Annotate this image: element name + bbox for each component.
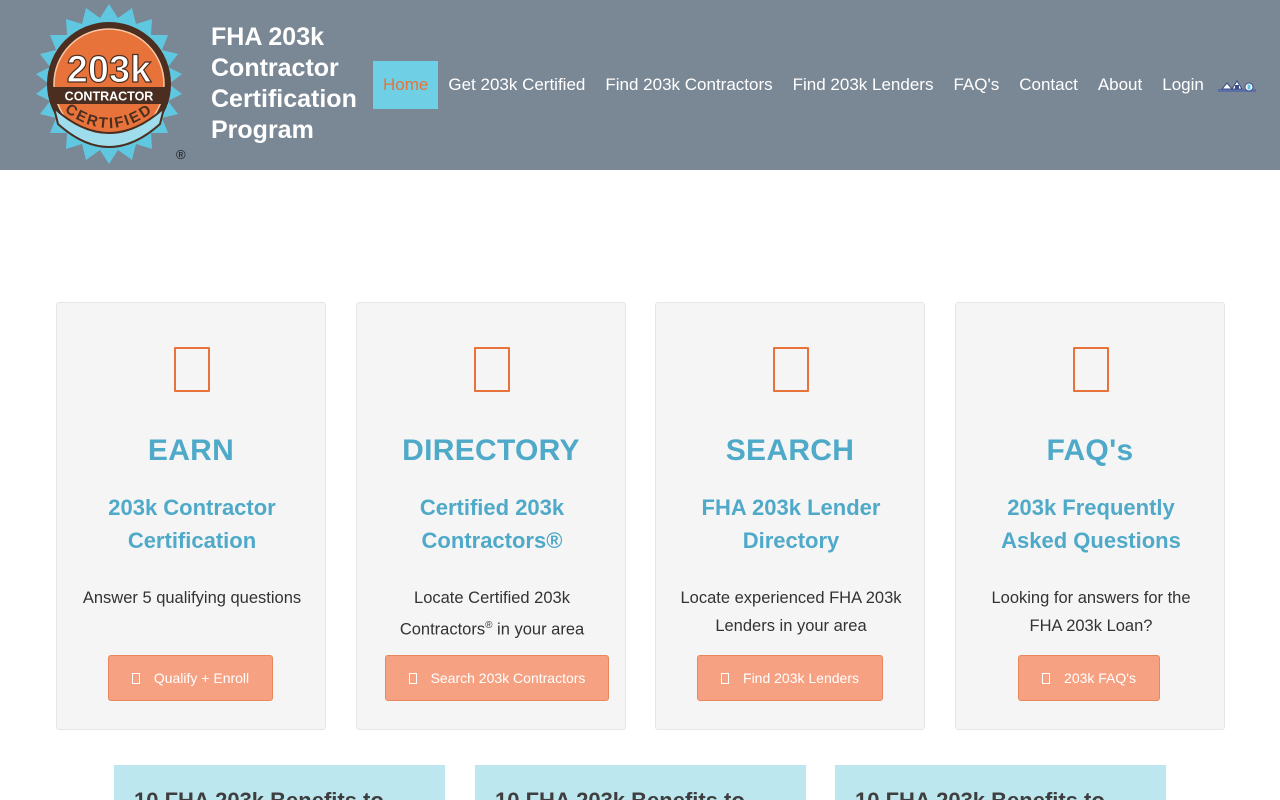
card-faqs: FAQ's 203k Frequently Asked Questions Lo… [955,302,1225,730]
nav-get-certified[interactable]: Get 203k Certified [438,61,595,109]
logo-badge-icon[interactable]: 203k CONTRACTOR CERTIFIED ® [26,2,192,166]
card-subheading[interactable]: 203k Contractor Certification [82,491,302,557]
logo-registered-mark: ® [176,147,186,162]
card-heading: FAQ's [1046,434,1134,467]
house-icons[interactable] [1217,78,1256,94]
nav-find-contractors[interactable]: Find 203k Contractors [595,61,782,109]
card-search: SEARCH FHA 203k Lender Directory Locate … [655,302,925,730]
document-icon [773,347,809,392]
card-text: Answer 5 qualifying questions [82,589,302,607]
logo-big-text: 203k [67,49,152,91]
card-text-tail: in your area [492,620,585,639]
button-label: Search 203k Contractors [430,670,586,686]
search-icon [408,673,417,684]
card-heading: EARN [147,434,235,467]
button-label: Find 203k Lenders [743,670,859,686]
search-contractors-button[interactable]: Search 203k Contractors [385,655,609,701]
site-title[interactable]: FHA 203k Contractor Certification Progra… [211,22,371,146]
document-icon [174,347,210,392]
card-directory: DIRECTORY Certified 203k Contractors® Lo… [356,302,626,730]
teaser-title[interactable]: 10 FHA 203k Benefits to [134,788,384,800]
card-subheading[interactable]: Certified 203k Contractors® [382,491,602,557]
teaser-title[interactable]: 10 FHA 203k Benefits to [495,788,745,800]
teaser-box[interactable]: 10 FHA 203k Benefits to [114,765,445,800]
card-earn: EARN 203k Contractor Certification Answe… [56,302,326,730]
card-text: Looking for answers for the FHA 203k Loa… [991,589,1191,635]
faqs-button[interactable]: 203k FAQ's [1018,655,1160,701]
find-lenders-button[interactable]: Find 203k Lenders [697,655,883,701]
nav-contact[interactable]: Contact [1009,61,1088,109]
nav-faqs[interactable]: FAQ's [943,61,1009,109]
card-subheading[interactable]: FHA 203k Lender Directory [681,491,901,557]
card-text: Locate Certified 203k Contractors® in yo… [377,584,607,644]
nav-home[interactable]: Home [373,61,439,109]
qualify-enroll-button[interactable]: Qualify + Enroll [108,655,273,701]
card-subheading[interactable]: 203k Frequently Asked Questions [981,491,1201,557]
card-heading: SEARCH [725,434,855,467]
card-heading: DIRECTORY [402,434,580,467]
teaser-box[interactable]: 10 FHA 203k Benefits to [835,765,1166,800]
nav-about[interactable]: About [1088,61,1152,109]
main-nav: Home Get 203k Certified Find 203k Contra… [373,61,1256,109]
button-label: 203k FAQ's [1064,670,1136,686]
logo-band-text: CONTRACTOR [65,90,154,104]
nav-find-lenders[interactable]: Find 203k Lenders [783,61,944,109]
nav-login[interactable]: Login [1152,61,1214,109]
document-icon [1073,347,1109,392]
teaser-box[interactable]: 10 FHA 203k Benefits to [475,765,806,800]
check-icon [131,673,140,684]
question-icon [1042,673,1051,684]
document-icon [474,347,510,392]
card-text: Locate experienced FHA 203k Lenders in y… [680,589,902,635]
search-icon [721,673,730,684]
site-header: 203k CONTRACTOR CERTIFIED ® FHA 203k Con… [0,0,1280,170]
teaser-title[interactable]: 10 FHA 203k Benefits to [855,788,1105,800]
button-label: Qualify + Enroll [153,670,250,686]
